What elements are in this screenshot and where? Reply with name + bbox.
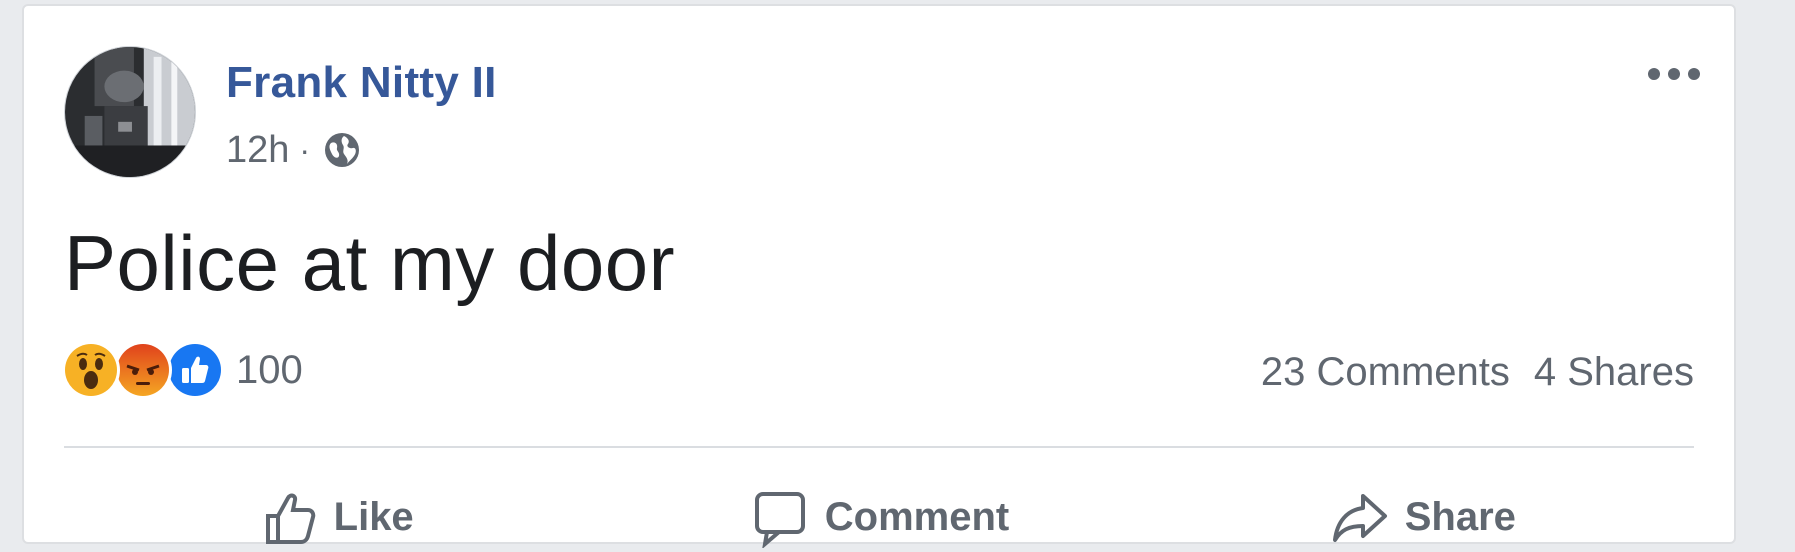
like-button[interactable]: Like: [64, 482, 607, 552]
post-text: Police at my door: [64, 219, 676, 307]
share-icon: [1332, 494, 1387, 542]
like-reaction-icon: [166, 341, 224, 399]
comment-button[interactable]: Comment: [607, 482, 1150, 552]
more-options-icon[interactable]: [1644, 62, 1704, 86]
wow-reaction-icon: [62, 341, 120, 399]
reactions-summary[interactable]: 100: [62, 340, 303, 400]
actions-divider: [64, 446, 1694, 448]
post-stats: 23 Comments 4 Shares: [1261, 350, 1694, 395]
post-card: Frank Nitty II 12h · Police at my door 1…: [22, 4, 1736, 548]
post-timestamp[interactable]: 12h: [226, 129, 289, 172]
post-actions: Like Comment Share: [64, 482, 1694, 552]
comment-icon: [754, 492, 805, 548]
globe-icon[interactable]: [322, 130, 362, 170]
author-avatar[interactable]: [64, 46, 196, 178]
comments-count-link[interactable]: 23 Comments: [1261, 350, 1510, 395]
like-label: Like: [333, 494, 414, 539]
share-label: Share: [1404, 494, 1516, 539]
angry-reaction-icon: [114, 341, 172, 399]
thumbs-up-icon: [265, 493, 315, 544]
share-button[interactable]: Share: [1151, 482, 1694, 552]
meta-separator: ·: [299, 131, 311, 168]
author-name[interactable]: Frank Nitty II: [226, 58, 497, 108]
shares-count-link[interactable]: 4 Shares: [1534, 350, 1694, 395]
comment-label: Comment: [824, 494, 1010, 539]
reaction-count: 100: [236, 347, 303, 392]
avatar-image: [65, 47, 195, 177]
post-meta: 12h ·: [226, 128, 362, 172]
